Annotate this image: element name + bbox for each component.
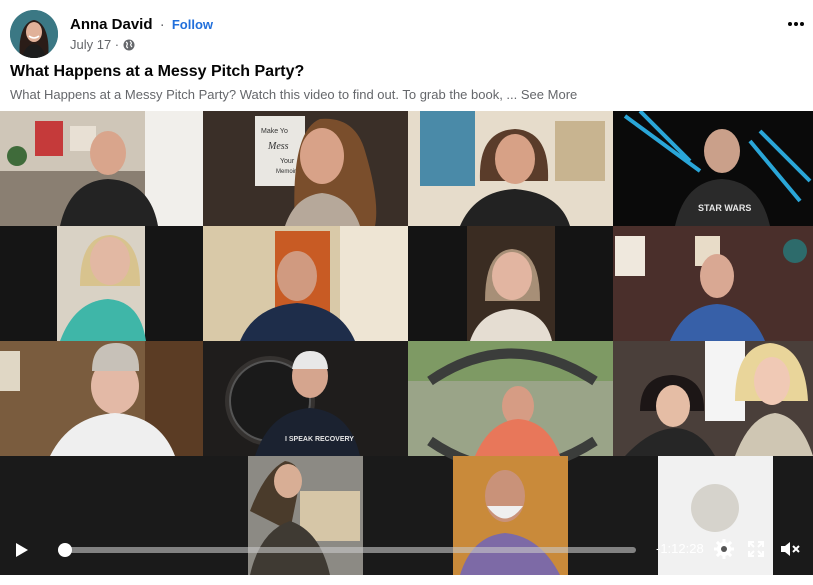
post-date[interactable]: July 17 · (70, 37, 119, 52)
participant-tile-6 (203, 226, 408, 341)
participant-tile-2: Make Yo Mess Your Memoir (203, 111, 408, 226)
progress-knob[interactable] (58, 543, 72, 557)
video-player[interactable]: Make Yo Mess Your Memoir STAR WARS I SPE… (0, 111, 813, 575)
participant-tile-13 (248, 456, 363, 575)
author-name[interactable]: Anna David (70, 16, 153, 33)
muted-speaker-icon[interactable] (779, 538, 801, 560)
participant-tile-11 (408, 341, 613, 474)
book-title-line-2: Mess (267, 141, 289, 152)
post-description: What Happens at a Messy Pitch Party? Wat… (10, 87, 577, 102)
fullscreen-icon[interactable] (747, 540, 765, 558)
follow-button[interactable]: Follow (172, 17, 213, 32)
participant-tile-12 (613, 341, 813, 456)
gear-icon[interactable] (713, 538, 735, 560)
see-more-link[interactable]: See More (521, 87, 577, 102)
participant-tile-7 (408, 226, 613, 341)
participant-tile-8 (613, 226, 813, 341)
play-icon[interactable] (10, 539, 32, 561)
post-meta: July 17 · (70, 37, 135, 52)
tshirt-text-2: I SPEAK RECOVERY (285, 436, 354, 443)
avatar[interactable] (10, 10, 58, 58)
description-text: What Happens at a Messy Pitch Party? Wat… (10, 87, 518, 102)
participant-tile-10: I SPEAK RECOVERY (203, 341, 408, 456)
video-frame: Make Yo Mess Your Memoir STAR WARS I SPE… (0, 111, 813, 575)
globe-icon (123, 39, 135, 51)
book-title-line-4: Memoir (276, 169, 296, 175)
participant-tile-3 (408, 111, 613, 226)
author-line: Anna David · Follow (70, 16, 213, 33)
post-title: What Happens at a Messy Pitch Party? (10, 63, 305, 80)
avatar-photo (10, 10, 58, 58)
participant-tile-1 (0, 111, 203, 226)
progress-track (58, 547, 636, 553)
progress-slider[interactable] (58, 543, 636, 557)
tshirt-text-1: STAR WARS (698, 203, 751, 213)
book-title-line-1: Make Yo (261, 128, 288, 135)
post-header: Anna David · Follow July 17 · (0, 0, 813, 64)
participant-tile-4: STAR WARS (613, 111, 813, 226)
participant-tile-14 (453, 456, 568, 575)
participant-tile-5 (0, 226, 203, 341)
separator-dot: · (159, 16, 165, 33)
participant-tile-9 (0, 341, 203, 456)
book-title-line-3: Your (280, 158, 295, 165)
more-options-icon[interactable] (782, 12, 810, 36)
